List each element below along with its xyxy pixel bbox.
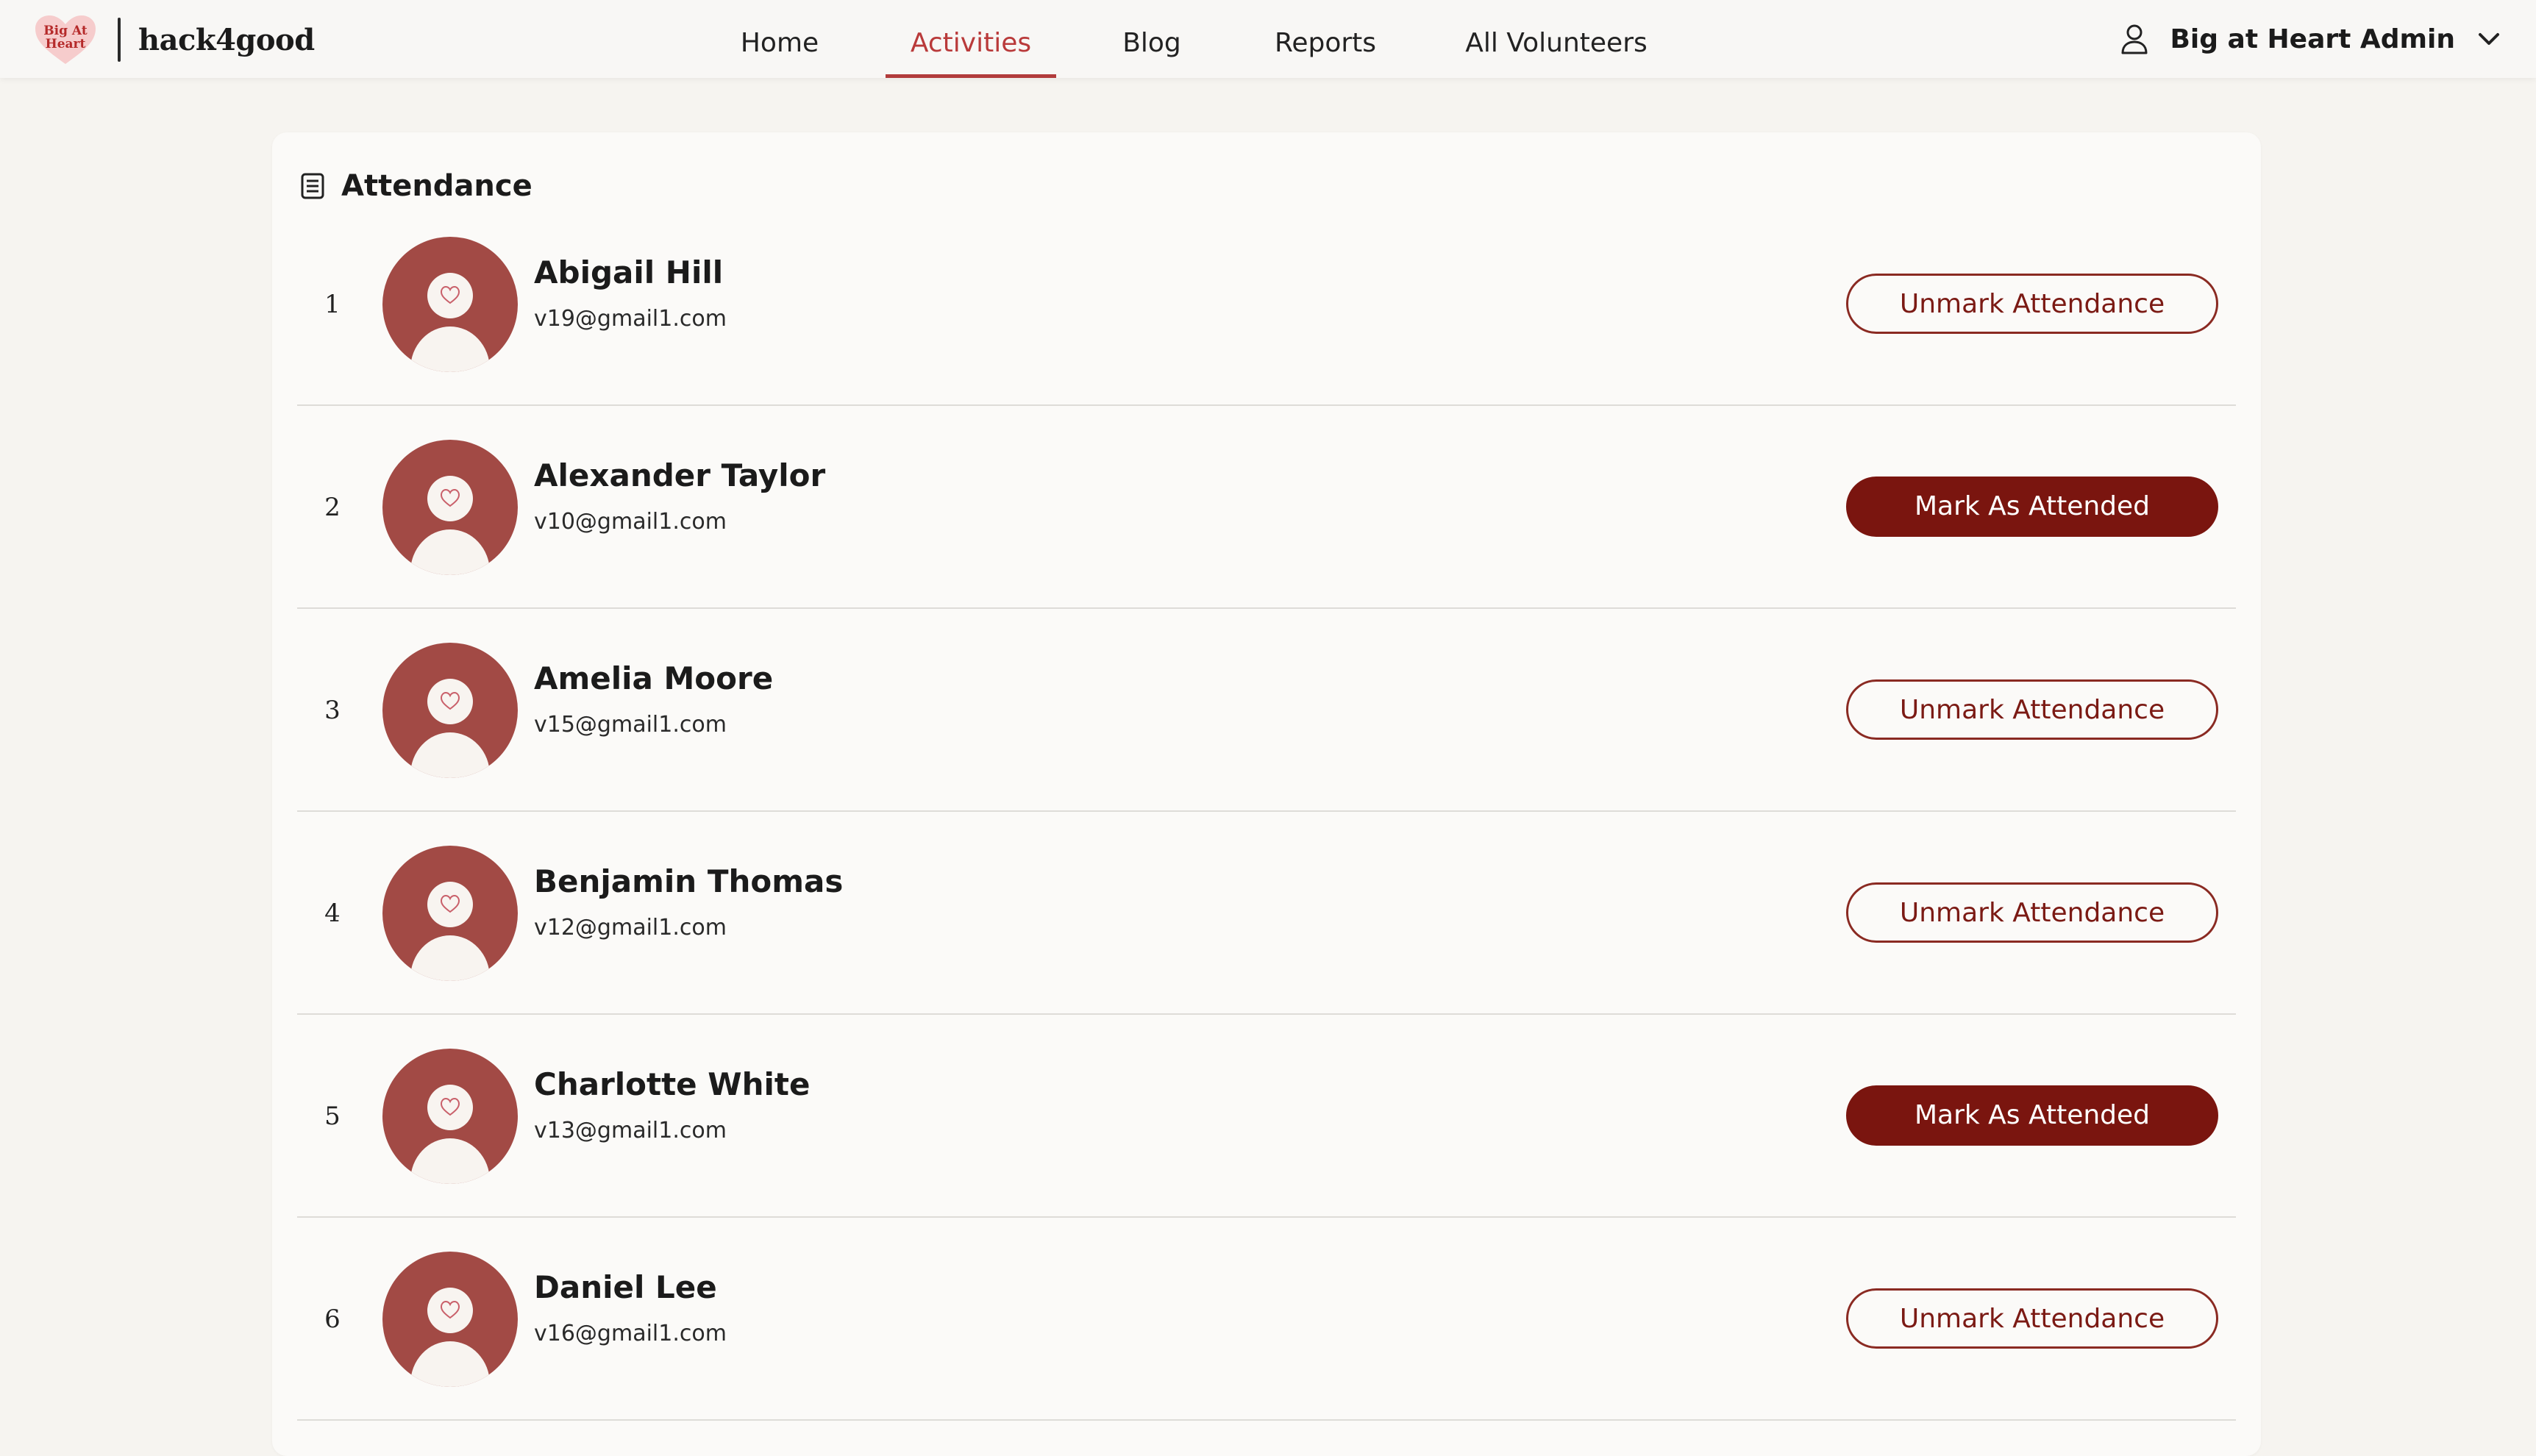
unmark-attendance-button[interactable]: Unmark Attendance	[1846, 882, 2218, 943]
list-item: 2 Alexander Taylor v10@gmail1.com Mark A…	[297, 406, 2236, 609]
row-index: 6	[324, 1305, 341, 1334]
volunteer-name: Amelia Moore	[534, 660, 774, 696]
volunteer-email: v12@gmail1.com	[534, 915, 727, 941]
list-item: 4 Benjamin Thomas v12@gmail1.com Unmark …	[297, 812, 2236, 1015]
user-menu[interactable]: Big at Heart Admin	[2120, 0, 2502, 78]
nav-reports[interactable]: Reports	[1267, 0, 1384, 78]
chevron-down-icon	[2479, 33, 2499, 45]
avatar	[382, 440, 518, 575]
row-index: 4	[324, 899, 341, 928]
mark-as-attended-button[interactable]: Mark As Attended	[1846, 1085, 2218, 1146]
list-item: 1 Abigail Hill v19@gmail1.com Unmark Att…	[297, 203, 2236, 406]
volunteer-email: v13@gmail1.com	[534, 1118, 727, 1143]
avatar	[382, 1252, 518, 1387]
volunteer-email: v15@gmail1.com	[534, 712, 727, 738]
volunteer-name: Daniel Lee	[534, 1269, 717, 1305]
unmark-attendance-button[interactable]: Unmark Attendance	[1846, 1288, 2218, 1349]
active-tab-underline	[886, 74, 1056, 78]
list-item: 3 Amelia Moore v15@gmail1.com Unmark Att…	[297, 609, 2236, 812]
brand-name: hack4good	[138, 22, 315, 57]
attendance-card: Attendance 1 Abigail Hill v19@gmail1.com…	[272, 132, 2261, 1456]
row-index: 3	[324, 696, 341, 725]
volunteer-email: v16@gmail1.com	[534, 1321, 727, 1346]
top-navbar: Big At Heart hack4good Home Activities B…	[0, 0, 2536, 78]
user-name: Big at Heart Admin	[2170, 24, 2455, 54]
avatar	[382, 643, 518, 778]
avatar	[382, 237, 518, 372]
mark-as-attended-button[interactable]: Mark As Attended	[1846, 477, 2218, 537]
attendance-title: Attendance	[341, 169, 533, 203]
volunteer-email: v10@gmail1.com	[534, 509, 727, 535]
volunteer-name: Benjamin Thomas	[534, 863, 844, 899]
avatar	[382, 1049, 518, 1184]
volunteer-name: Alexander Taylor	[534, 457, 826, 493]
nav-home[interactable]: Home	[733, 0, 827, 78]
user-icon	[2121, 24, 2148, 54]
brand-divider	[118, 18, 121, 62]
row-index: 2	[324, 493, 341, 522]
brand[interactable]: Big At Heart hack4good	[32, 15, 315, 64]
svg-text:Heart: Heart	[46, 37, 86, 51]
volunteer-name: Abigail Hill	[534, 254, 724, 290]
avatar	[382, 846, 518, 981]
nav-activities-label: Activities	[910, 28, 1032, 58]
big-at-heart-logo: Big At Heart	[35, 15, 96, 64]
nav-activities[interactable]: Activities	[886, 0, 1056, 78]
volunteer-email: v19@gmail1.com	[534, 306, 727, 332]
row-index: 1	[324, 290, 341, 319]
volunteer-list: 1 Abigail Hill v19@gmail1.com Unmark Att…	[297, 203, 2236, 1421]
list-item: 6 Daniel Lee v16@gmail1.com Unmark Atten…	[297, 1218, 2236, 1421]
nav-blog[interactable]: Blog	[1115, 0, 1189, 78]
row-index: 5	[324, 1102, 341, 1131]
unmark-attendance-button[interactable]: Unmark Attendance	[1846, 679, 2218, 740]
list-item: 5 Charlotte White v13@gmail1.com Mark As…	[297, 1015, 2236, 1218]
clipboard-list-icon	[301, 173, 324, 199]
nav-all-volunteers[interactable]: All Volunteers	[1462, 0, 1650, 78]
unmark-attendance-button[interactable]: Unmark Attendance	[1846, 274, 2218, 334]
svg-text:Big At: Big At	[43, 24, 88, 38]
volunteer-name: Charlotte White	[534, 1066, 811, 1102]
